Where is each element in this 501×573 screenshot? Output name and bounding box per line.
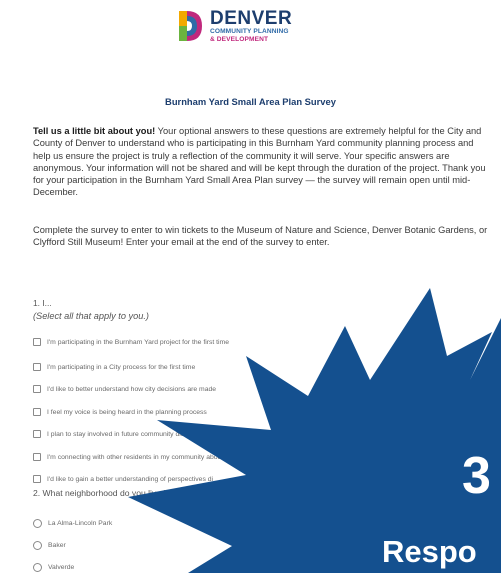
radio-button[interactable]	[33, 518, 42, 528]
checkbox[interactable]	[33, 385, 41, 393]
radio-button[interactable]	[33, 540, 42, 550]
option-first-time-project[interactable]: I'm participating in the Burnham Yard pr…	[33, 336, 229, 348]
denver-logo-mark-icon	[179, 11, 202, 41]
checkbox[interactable]	[33, 453, 41, 461]
option-voice-heard[interactable]: I feel my voice is being heard in the pl…	[33, 406, 207, 418]
intro-body: Your optional answers to these questions…	[33, 126, 486, 198]
response-count-label: Respo	[382, 534, 477, 569]
option-label: I feel my voice is being heard in the pl…	[47, 408, 207, 416]
option-label: I'd like to gain a better understanding …	[47, 475, 214, 483]
checkbox[interactable]	[33, 408, 41, 416]
contest-paragraph: Complete the survey to enter to win tick…	[33, 225, 488, 248]
option-gain-perspectives[interactable]: I'd like to gain a better understanding …	[33, 473, 213, 485]
option-label: I'm participating in the Burnham Yard pr…	[47, 338, 229, 346]
radio-option-baker[interactable]: Baker	[33, 539, 66, 551]
option-stay-involved[interactable]: I plan to stay involved in future commun…	[33, 428, 244, 440]
question-1-label: 1. I...	[33, 298, 52, 308]
radio-option-la-alma[interactable]: La Alma-Lincoln Park	[33, 517, 112, 529]
option-label: La Alma-Lincoln Park	[48, 519, 113, 527]
intro-lead: Tell us a little bit about you!	[33, 126, 156, 136]
option-understand-decisions[interactable]: I'd like to better understand how city d…	[33, 383, 216, 395]
logo-name: DENVER	[210, 8, 293, 29]
radio-button[interactable]	[33, 562, 42, 572]
option-label: I'm connecting with other residents in m…	[47, 453, 251, 461]
question-1-hint: (Select all that apply to you.)	[33, 311, 149, 321]
intro-paragraph: Tell us a little bit about you! Your opt…	[33, 125, 488, 199]
option-first-city-process[interactable]: I'm participating in a City process for …	[33, 361, 195, 373]
option-label: I'm participating in a City process for …	[47, 363, 196, 371]
checkbox[interactable]	[33, 430, 41, 438]
survey-page: DENVER COMMUNITY PLANNING & DEVELOPMENT …	[0, 0, 501, 573]
survey-title: Burnham Yard Small Area Plan Survey	[165, 96, 336, 107]
question-2-label: 2. What neighborhood do you live in?	[33, 488, 175, 498]
checkbox[interactable]	[33, 363, 41, 371]
option-label: I plan to stay involved in future commun…	[47, 430, 245, 438]
option-label: I'd like to better understand how city d…	[47, 385, 217, 393]
logo-subtitle-line2: & DEVELOPMENT	[210, 35, 269, 43]
option-connecting-residents[interactable]: I'm connecting with other residents in m…	[33, 451, 251, 463]
denver-cpd-logo: DENVER COMMUNITY PLANNING & DEVELOPMENT	[176, 8, 292, 44]
checkbox[interactable]	[33, 338, 41, 346]
checkbox[interactable]	[33, 475, 41, 483]
response-count-number: 3	[462, 447, 491, 505]
radio-option-valverde[interactable]: Valverde	[33, 561, 74, 573]
logo-subtitle-line1: COMMUNITY PLANNING	[210, 28, 289, 35]
option-label: Valverde	[48, 563, 75, 571]
option-label: Baker	[48, 541, 66, 549]
